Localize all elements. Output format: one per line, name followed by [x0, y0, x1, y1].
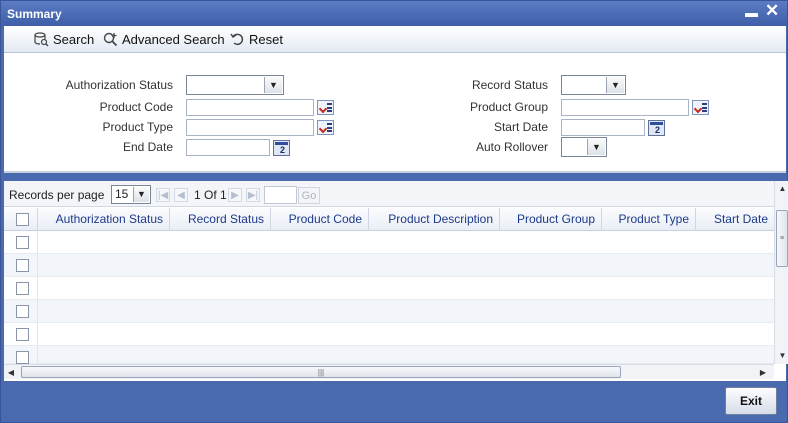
minimize-icon[interactable]: ▬ [745, 5, 758, 20]
product-type-input[interactable] [186, 119, 314, 136]
reset-icon [228, 30, 246, 48]
exit-button[interactable]: Exit [725, 387, 777, 415]
column-header[interactable]: Start Date [696, 208, 774, 231]
start-date-label: Start Date [493, 120, 548, 134]
authorization-status-select[interactable]: ▼ [186, 75, 284, 95]
reset-button[interactable]: Reset [228, 29, 283, 49]
close-icon[interactable]: ✕ [765, 2, 781, 21]
column-header[interactable]: Product Description [369, 208, 500, 231]
vertical-scroll-thumb[interactable]: ≡ [776, 210, 788, 267]
scroll-right-icon[interactable]: ▶ [756, 365, 770, 379]
advanced-search-icon [101, 30, 119, 48]
row-checkbox[interactable] [16, 282, 29, 295]
toolbar: Search Advanced Search Reset [4, 26, 786, 53]
product-group-label: Product Group [469, 100, 548, 114]
row-checkbox[interactable] [16, 259, 29, 272]
table-row [4, 231, 774, 254]
chevron-down-icon: ▼ [133, 187, 149, 202]
end-date-label: End Date [122, 140, 173, 154]
column-header[interactable]: Product Group [500, 208, 602, 231]
chevron-down-icon: ▼ [606, 77, 624, 93]
scroll-up-icon[interactable]: ▲ [775, 181, 788, 195]
record-status-select[interactable]: ▼ [561, 75, 626, 95]
reset-label: Reset [249, 31, 283, 47]
title-bar: Summary ▬ ✕ [1, 1, 787, 26]
scroll-left-icon[interactable]: ◀ [4, 365, 18, 379]
search-label: Search [53, 31, 95, 47]
end-date-input[interactable] [186, 139, 270, 156]
table-row [4, 323, 774, 346]
advanced-search-button[interactable]: Advanced Search [101, 29, 225, 49]
search-button[interactable]: Search [32, 29, 94, 49]
first-page-icon[interactable]: |◀ [156, 188, 170, 202]
page-number-input[interactable] [264, 186, 297, 204]
product-type-label: Product Type [102, 120, 174, 134]
vertical-scrollbar[interactable]: ▲ ≡ ▼ [774, 181, 788, 364]
column-header[interactable]: Product Type [602, 208, 696, 231]
list-of-values-icon[interactable] [317, 100, 334, 115]
list-of-values-icon[interactable] [317, 120, 334, 135]
chevron-down-icon: ▼ [587, 139, 605, 155]
scroll-down-icon[interactable]: ▼ [775, 348, 788, 362]
search-criteria-panel: Authorization Status ▼ Product Code Prod… [4, 53, 786, 173]
table-row [4, 300, 774, 323]
chevron-down-icon: ▼ [264, 77, 282, 93]
footer-bar: Exit [1, 381, 787, 422]
records-per-page-label: Records per page [9, 188, 105, 202]
authorization-status-label: Authorization Status [65, 78, 173, 92]
results-grid-panel: Records per page 15 ▼ |◀ ◀ 1 Of 1 ▶ ▶| G… [4, 181, 788, 381]
auto-rollover-select[interactable]: ▼ [561, 137, 607, 157]
select-all-checkbox[interactable] [16, 213, 29, 226]
product-code-input[interactable] [186, 99, 314, 116]
list-of-values-icon[interactable] [692, 100, 709, 115]
start-date-input[interactable] [561, 119, 645, 136]
previous-page-icon[interactable]: ◀ [174, 188, 188, 202]
window-title: Summary [7, 7, 62, 21]
table-row [4, 254, 774, 277]
row-checkbox[interactable] [16, 236, 29, 249]
auto-rollover-label: Auto Rollover [475, 140, 548, 154]
row-checkbox[interactable] [16, 351, 29, 364]
column-header[interactable]: Authorization Status [38, 208, 170, 231]
record-status-label: Record Status [471, 78, 548, 92]
grid-header: Authorization Status Record Status Produ… [4, 208, 774, 231]
go-button[interactable]: Go [298, 187, 320, 204]
search-icon [32, 30, 50, 48]
next-page-icon[interactable]: ▶ [228, 188, 242, 202]
horizontal-scroll-thumb[interactable]: ||| [21, 366, 621, 378]
select-all-header [4, 208, 38, 231]
product-code-label: Product Code [99, 100, 173, 114]
last-page-icon[interactable]: ▶| [246, 188, 260, 202]
column-header[interactable]: Product Code [271, 208, 369, 231]
row-checkbox[interactable] [16, 305, 29, 318]
pagination-bar: Records per page 15 ▼ |◀ ◀ 1 Of 1 ▶ ▶| G… [4, 181, 786, 207]
horizontal-scrollbar[interactable]: ◀ ||| ▶ [4, 364, 774, 379]
table-row [4, 346, 774, 364]
page-info: 1 Of 1 [194, 188, 227, 202]
calendar-icon[interactable] [648, 120, 665, 136]
advanced-search-label: Advanced Search [122, 31, 225, 47]
records-per-page-select[interactable]: 15 ▼ [111, 185, 151, 204]
row-checkbox[interactable] [16, 328, 29, 341]
summary-window: Summary ▬ ✕ Search Advanced Search Reset… [0, 0, 788, 423]
column-header[interactable]: Record Status [170, 208, 271, 231]
table-row [4, 277, 774, 300]
calendar-icon[interactable] [273, 140, 290, 156]
product-group-input[interactable] [561, 99, 689, 116]
